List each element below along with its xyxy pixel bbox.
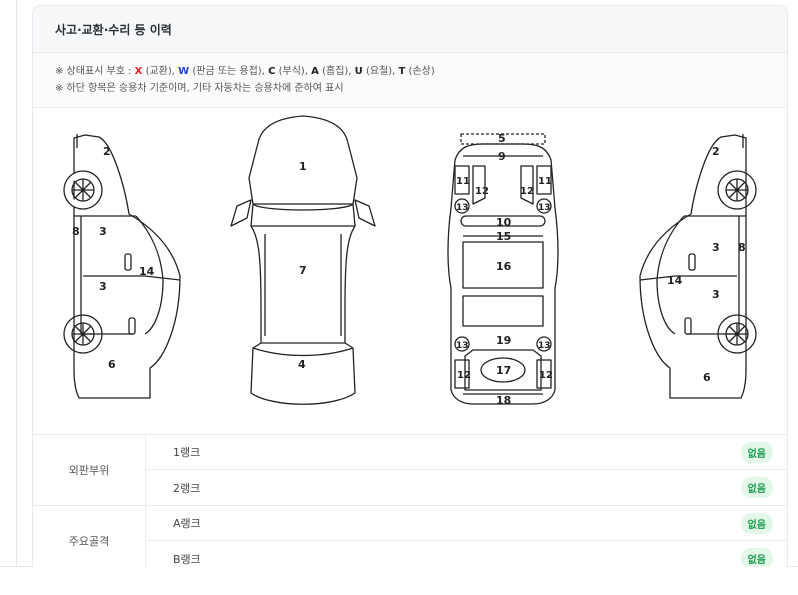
- part-label: 9: [498, 150, 506, 163]
- table-group-frame: 주요골격 A랭크 없음 B랭크 없음: [33, 506, 787, 567]
- part-label: 2: [103, 145, 111, 158]
- part-label: 17: [496, 364, 511, 377]
- part-label: 8: [72, 225, 80, 238]
- legend-text-a: (흠집),: [318, 66, 355, 77]
- part-label: 4: [298, 358, 306, 371]
- legend-text-x: (교환),: [142, 66, 179, 77]
- car-parts-diagram: 2 3 8 3 14 6 1 7 4 5 9 11 12 13 12 11 13…: [33, 108, 787, 435]
- part-label: 13: [538, 203, 551, 213]
- legend-code-a: A: [311, 66, 319, 77]
- legend-line-note: ※ 하단 항목은 승용차 기준이며, 기타 자동차는 승용차에 준하여 표시: [55, 83, 344, 94]
- part-label: 3: [712, 288, 720, 301]
- part-label: 3: [99, 225, 107, 238]
- part-label: 13: [456, 203, 469, 213]
- part-label: 12: [475, 186, 489, 197]
- group-label: 외판부위: [33, 435, 146, 505]
- legend-code-u: U: [354, 66, 363, 77]
- legend-text-t: (손상): [405, 66, 435, 77]
- inspection-table: 외판부위 1랭크 없음 2랭크 없음 주요골격 A랭크 없음 B랭크 없음: [33, 435, 787, 567]
- part-label: 18: [496, 394, 511, 407]
- part-label: 11: [456, 176, 470, 187]
- part-label: 13: [456, 341, 469, 351]
- status-badge: 없음: [740, 441, 773, 463]
- part-label: 3: [712, 241, 720, 254]
- part-label: 10: [496, 216, 512, 229]
- row-label: A랭크: [173, 517, 201, 530]
- legend-line-codes: ※ 상태표시 부호 : X (교환), W (판금 또는 용접), C (부식)…: [55, 63, 787, 80]
- part-label: 1: [299, 160, 307, 173]
- table-row: B랭크 없음: [146, 541, 787, 567]
- table-row: 2랭크 없음: [146, 470, 787, 505]
- legend-text-c: (부식),: [275, 66, 312, 77]
- row-label: B랭크: [173, 552, 201, 566]
- group-rows: 1랭크 없음 2랭크 없음: [146, 435, 787, 505]
- part-label: 6: [703, 371, 711, 384]
- part-label: 13: [538, 341, 551, 351]
- part-label: 6: [108, 358, 116, 371]
- row-label: 2랭크: [173, 481, 201, 495]
- table-group-exterior: 외판부위 1랭크 없음 2랭크 없음: [33, 435, 787, 506]
- part-label: 19: [496, 334, 511, 347]
- car-diagram-svg: 2 3 8 3 14 6 1 7 4 5 9 11 12 13 12 11 13…: [63, 115, 757, 407]
- legend-prefix: ※ 상태표시 부호 :: [55, 66, 135, 77]
- table-row: 1랭크 없음: [146, 435, 787, 470]
- part-label: 3: [99, 280, 107, 293]
- part-label: 5: [498, 132, 506, 145]
- part-label: 14: [139, 265, 155, 278]
- car-right-side-view: [639, 134, 757, 399]
- legend-code-w: W: [178, 66, 190, 77]
- group-rows: A랭크 없음 B랭크 없음: [146, 506, 787, 567]
- part-label: 11: [538, 176, 552, 187]
- part-label: 8: [738, 241, 746, 254]
- part-label: 16: [496, 260, 512, 273]
- part-label: 7: [299, 264, 307, 277]
- legend-text-w: (판금 또는 용접),: [189, 66, 269, 77]
- legend-text-u: (요철),: [362, 66, 399, 77]
- group-label: 주요골격: [33, 506, 146, 567]
- part-label: 2: [712, 145, 720, 158]
- part-label: 15: [496, 230, 511, 243]
- part-label: 12: [539, 370, 553, 381]
- table-row: A랭크 없음: [146, 506, 787, 541]
- status-badge: 없음: [740, 512, 773, 534]
- section-title: 사고·교환·수리 등 이력: [55, 22, 172, 37]
- part-label: 12: [457, 370, 471, 381]
- card-header: 사고·교환·수리 등 이력: [33, 6, 787, 53]
- page-left-divider: [16, 0, 17, 566]
- car-left-side-view: [63, 134, 181, 399]
- part-label: 12: [520, 186, 534, 197]
- row-label: 1랭크: [173, 446, 201, 459]
- status-badge: 없음: [740, 477, 773, 498]
- status-legend: ※ 상태표시 부호 : X (교환), W (판금 또는 용접), C (부식)…: [33, 53, 787, 108]
- accident-history-card: 사고·교환·수리 등 이력 ※ 상태표시 부호 : X (교환), W (판금 …: [32, 5, 788, 567]
- part-label: 14: [667, 274, 683, 287]
- status-badge: 없음: [740, 548, 773, 567]
